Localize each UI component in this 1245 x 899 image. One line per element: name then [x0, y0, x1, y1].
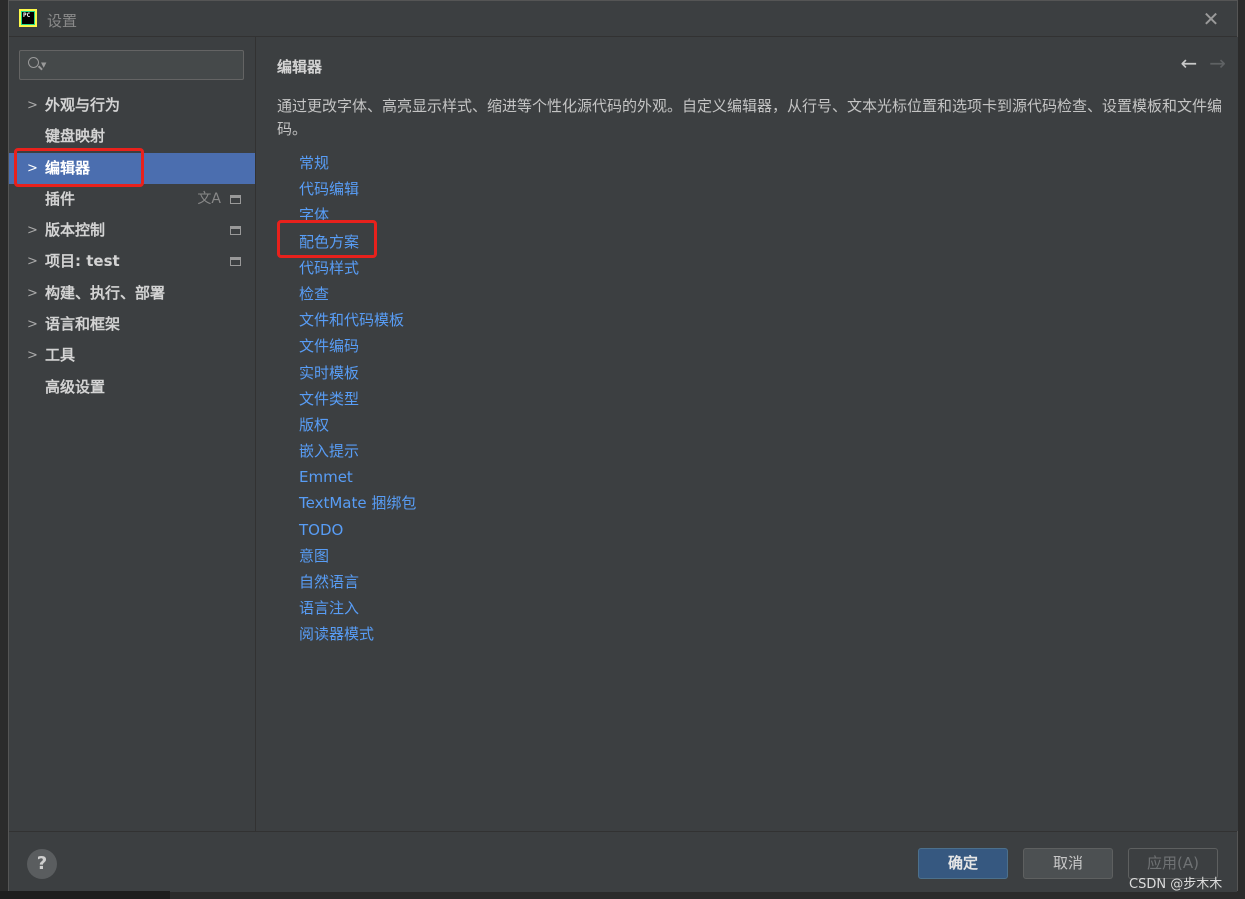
project-settings-icon: [230, 226, 241, 236]
link-reader-mode[interactable]: 阅读器模式: [299, 621, 416, 647]
sidebar-item-label: 外观与行为: [45, 96, 121, 114]
sidebar-item-label: 版本控制: [45, 221, 106, 240]
link-file-types[interactable]: 文件类型: [299, 386, 416, 412]
sidebar-item-label: 工具: [45, 346, 76, 365]
close-icon[interactable]: ✕: [1201, 9, 1221, 29]
settings-tree: > 外观与行为 键盘映射 > 编辑器 插件 文A > 版本控制 > 项目: te…: [9, 90, 255, 403]
link-copyright[interactable]: 版权: [299, 412, 416, 438]
background-strip: [0, 891, 170, 899]
sidebar-item-editor[interactable]: > 编辑器: [9, 152, 255, 184]
help-button[interactable]: ?: [27, 849, 57, 879]
chevron-right-icon[interactable]: >: [27, 340, 38, 371]
sidebar-item-appearance[interactable]: > 外观与行为: [9, 90, 255, 121]
sidebar-item-label: 键盘映射: [45, 127, 106, 146]
chevron-right-icon[interactable]: >: [27, 278, 38, 309]
sidebar-item-vcs[interactable]: > 版本控制: [9, 215, 255, 246]
history-navigation: ← →: [1180, 51, 1226, 75]
sidebar: ▼ > 外观与行为 键盘映射 > 编辑器 插件 文A > 版本控制 > 项目: …: [9, 37, 255, 831]
link-code-editing[interactable]: 代码编辑: [299, 176, 416, 202]
sidebar-item-build[interactable]: > 构建、执行、部署: [9, 278, 255, 309]
sidebar-item-label: 构建、执行、部署: [45, 283, 166, 302]
page-title: 编辑器: [277, 58, 323, 76]
page-description: 通过更改字体、高亮显示样式、缩进等个性化源代码的外观。自定义编辑器，从行号、文本…: [277, 97, 1223, 138]
title-bar: PC 设置 ✕: [9, 1, 1237, 37]
sidebar-item-languages[interactable]: > 语言和框架: [9, 309, 255, 340]
pycharm-app-icon: PC: [19, 9, 37, 27]
link-font[interactable]: 字体: [299, 202, 416, 228]
link-file-templates[interactable]: 文件和代码模板: [299, 307, 416, 333]
ok-button[interactable]: 确定: [918, 848, 1008, 879]
sidebar-item-label: 插件: [45, 189, 76, 208]
chevron-right-icon[interactable]: >: [27, 90, 38, 121]
sidebar-item-label: 项目: test: [45, 252, 120, 271]
project-settings-icon: [230, 257, 241, 267]
sidebar-item-label: 编辑器: [45, 158, 91, 177]
link-color-scheme[interactable]: 配色方案: [299, 229, 416, 255]
link-intentions[interactable]: 意图: [299, 543, 416, 569]
link-code-style[interactable]: 代码样式: [299, 255, 416, 281]
link-natural-languages[interactable]: 自然语言: [299, 569, 416, 595]
link-emmet[interactable]: Emmet: [299, 464, 416, 490]
chevron-down-icon[interactable]: ▼: [41, 61, 46, 69]
sidebar-item-label: 高级设置: [45, 377, 106, 396]
search-input[interactable]: ▼: [19, 50, 244, 80]
chevron-right-icon[interactable]: >: [27, 246, 38, 277]
link-textmate-bundles[interactable]: TextMate 捆绑包: [299, 490, 416, 516]
link-file-encodings[interactable]: 文件编码: [299, 333, 416, 359]
watermark: CSDN @步木木: [1129, 877, 1223, 892]
chevron-right-icon[interactable]: >: [27, 309, 38, 340]
cancel-button[interactable]: 取消: [1023, 848, 1113, 879]
app-icon-text: PC: [22, 12, 34, 24]
sidebar-item-label: 语言和框架: [45, 315, 121, 334]
link-inlay-hints[interactable]: 嵌入提示: [299, 438, 416, 464]
link-general[interactable]: 常规: [299, 150, 416, 176]
link-inspections[interactable]: 检查: [299, 281, 416, 307]
translate-icon: 文A: [197, 190, 221, 207]
sidebar-item-advanced[interactable]: 高级设置: [9, 372, 255, 403]
link-live-templates[interactable]: 实时模板: [299, 360, 416, 386]
dialog-footer: ? 确定 取消 应用(A): [9, 831, 1237, 892]
settings-dialog: PC 设置 ✕ ▼ > 外观与行为 键盘映射 > 编辑器 插件 文A > 版本控…: [8, 0, 1238, 892]
arrow-left-icon[interactable]: ←: [1180, 51, 1197, 75]
link-todo[interactable]: TODO: [299, 517, 416, 543]
sidebar-item-tools[interactable]: > 工具: [9, 340, 255, 371]
chevron-right-icon[interactable]: >: [27, 153, 38, 184]
content-panel: 编辑器 ← → 通过更改字体、高亮显示样式、缩进等个性化源代码的外观。自定义编辑器…: [255, 37, 1238, 831]
project-settings-icon: [230, 194, 241, 204]
arrow-right-icon[interactable]: →: [1209, 51, 1226, 75]
sidebar-item-project[interactable]: > 项目: test: [9, 246, 255, 277]
search-icon: [28, 57, 39, 68]
chevron-right-icon[interactable]: >: [27, 215, 38, 246]
subpage-links: 常规 代码编辑 字体 配色方案 代码样式 检查 文件和代码模板 文件编码 实时模…: [299, 150, 416, 648]
sidebar-item-keymap[interactable]: 键盘映射: [9, 121, 255, 152]
link-language-injections[interactable]: 语言注入: [299, 595, 416, 621]
window-title: 设置: [47, 12, 78, 30]
sidebar-item-plugins[interactable]: 插件 文A: [9, 184, 255, 215]
